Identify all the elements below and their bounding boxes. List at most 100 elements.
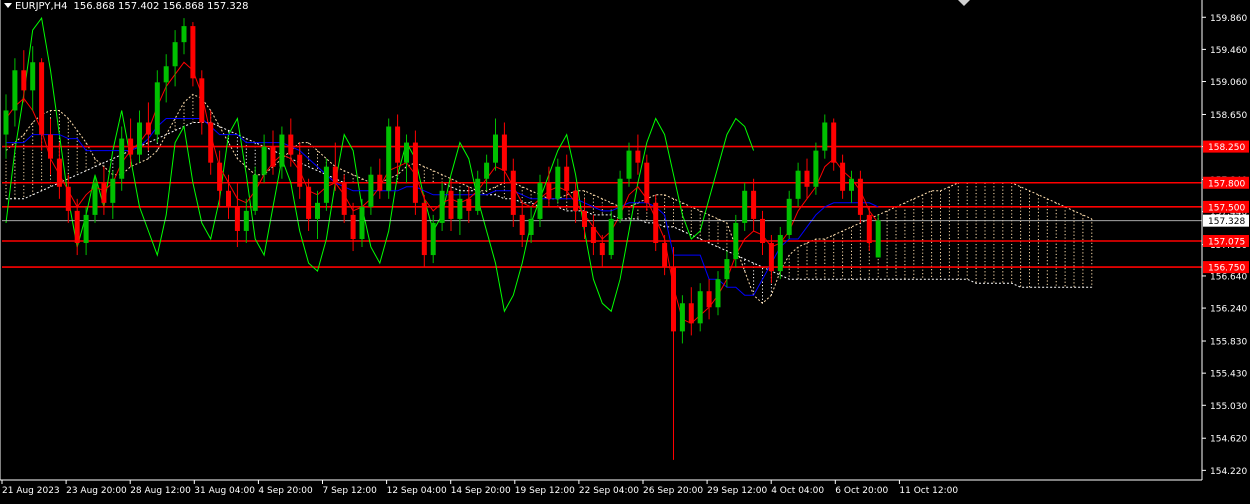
chart-canvas[interactable]: 159.860 159.460 159.060 158.650 158.250 157.8… [0, 0, 1250, 500]
y-tick-label: 156.240 [1210, 305, 1247, 315]
candlesticks [3, 18, 881, 460]
candle-body [822, 122, 828, 151]
x-tick-label: 6 Oct 20:00 [835, 486, 888, 496]
y-tick-label: 154.620 [1210, 435, 1247, 445]
candle-body [582, 210, 587, 227]
candle-body [519, 214, 525, 235]
candle-body [777, 234, 783, 272]
candle-body [332, 166, 338, 183]
candle-body [760, 218, 765, 244]
candle-body [733, 222, 739, 260]
candle-body [39, 62, 45, 135]
candle-body [644, 162, 650, 203]
chart[interactable]: 159.860 159.460 159.060 158.650 158.250 157.8… [0, 0, 1250, 500]
x-tick-label: 29 Sep 12:00 [707, 486, 767, 496]
candle-body [172, 42, 178, 67]
level-label: 157.500 [1208, 203, 1245, 213]
candle-body [840, 162, 846, 191]
candle-body [724, 259, 730, 280]
candle-body [635, 150, 641, 163]
y-tick-label: 159.460 [1210, 46, 1247, 56]
candle-body [510, 170, 516, 215]
candle-body [484, 162, 490, 179]
candle-body [12, 70, 18, 111]
candle-body [857, 178, 863, 215]
x-tick-label: 31 Aug 04:00 [194, 486, 255, 496]
candle-body [475, 178, 481, 211]
candle-body [688, 303, 694, 324]
y-tick-label: 155.430 [1210, 370, 1247, 380]
candle-body [786, 198, 792, 235]
x-tick-label: 21 Aug 2023 [2, 486, 60, 496]
y-tick-label: 154.220 [1210, 467, 1247, 477]
candle-body [234, 206, 240, 231]
level-label: 157.075 [1208, 238, 1245, 248]
candle-body [653, 202, 659, 244]
candle-body [350, 214, 356, 239]
candle-body [154, 82, 160, 135]
candle-body [866, 214, 872, 244]
candle-body [430, 222, 436, 256]
candle-body [137, 122, 142, 155]
candle-body [679, 303, 685, 332]
y-tick-label: 159.860 [1210, 14, 1247, 24]
candle-body [386, 126, 392, 191]
symbol-label: EURJPY,H4 [15, 1, 68, 12]
x-tick-label: 26 Sep 20:00 [643, 486, 703, 496]
x-tick-label: 28 Aug 12:00 [130, 486, 191, 496]
candle-body [608, 218, 614, 256]
candle-body [181, 26, 187, 43]
x-tick-label: 12 Sep 04:00 [387, 486, 447, 496]
candle-body [243, 210, 249, 231]
candle-body [421, 202, 427, 256]
x-tick-label: 22 Sep 04:00 [579, 486, 639, 496]
candle-body [617, 178, 623, 219]
candle-body [3, 110, 9, 135]
candle-body [65, 186, 71, 211]
candle-body [573, 190, 579, 211]
candle-body [555, 166, 561, 199]
x-tick-label: 4 Oct 04:00 [771, 486, 824, 496]
candle-body [466, 198, 472, 211]
candle-body [813, 150, 819, 187]
candle-body [493, 134, 498, 163]
dropdown-triangle-icon[interactable] [4, 3, 12, 8]
candle-body [261, 146, 267, 175]
candle-body [30, 62, 36, 91]
candle-body [697, 291, 703, 324]
candle-body [546, 182, 552, 199]
candle-body [706, 291, 712, 308]
candle-body [439, 190, 445, 223]
candle-body [119, 138, 125, 179]
candle-body [804, 170, 810, 187]
x-tick-label: 4 Sep 20:00 [258, 486, 313, 496]
candle-body [101, 182, 107, 203]
candle-body [875, 220, 881, 258]
level-label: 158.250 [1208, 143, 1245, 153]
candle-body [795, 170, 801, 199]
candle-body [501, 134, 507, 171]
candle-body [74, 210, 80, 244]
candle-body [457, 198, 463, 219]
candle-body [145, 122, 151, 135]
candle-body [528, 218, 534, 235]
y-tick-label: 155.830 [1210, 338, 1247, 348]
candle-body [83, 214, 89, 244]
candle-body [377, 174, 383, 191]
ohlc-readout: 156.868 157.402 156.868 157.328 [73, 1, 249, 12]
candle-body [751, 190, 757, 219]
x-tick-label: 11 Oct 12:00 [899, 486, 958, 496]
candle-body [217, 162, 223, 191]
candle-body [56, 158, 62, 187]
candle-body [395, 126, 401, 163]
x-tick-label: 23 Aug 20:00 [66, 486, 127, 496]
level-label: 157.800 [1208, 179, 1245, 189]
candle-body [128, 138, 134, 155]
candle-body [768, 243, 774, 272]
candle-body [315, 202, 320, 219]
candle-body [742, 190, 748, 223]
candle-body [626, 150, 632, 179]
y-tick-label: 155.030 [1210, 402, 1247, 412]
y-tick-label: 156.640 [1210, 272, 1247, 282]
candle-body [323, 166, 329, 203]
